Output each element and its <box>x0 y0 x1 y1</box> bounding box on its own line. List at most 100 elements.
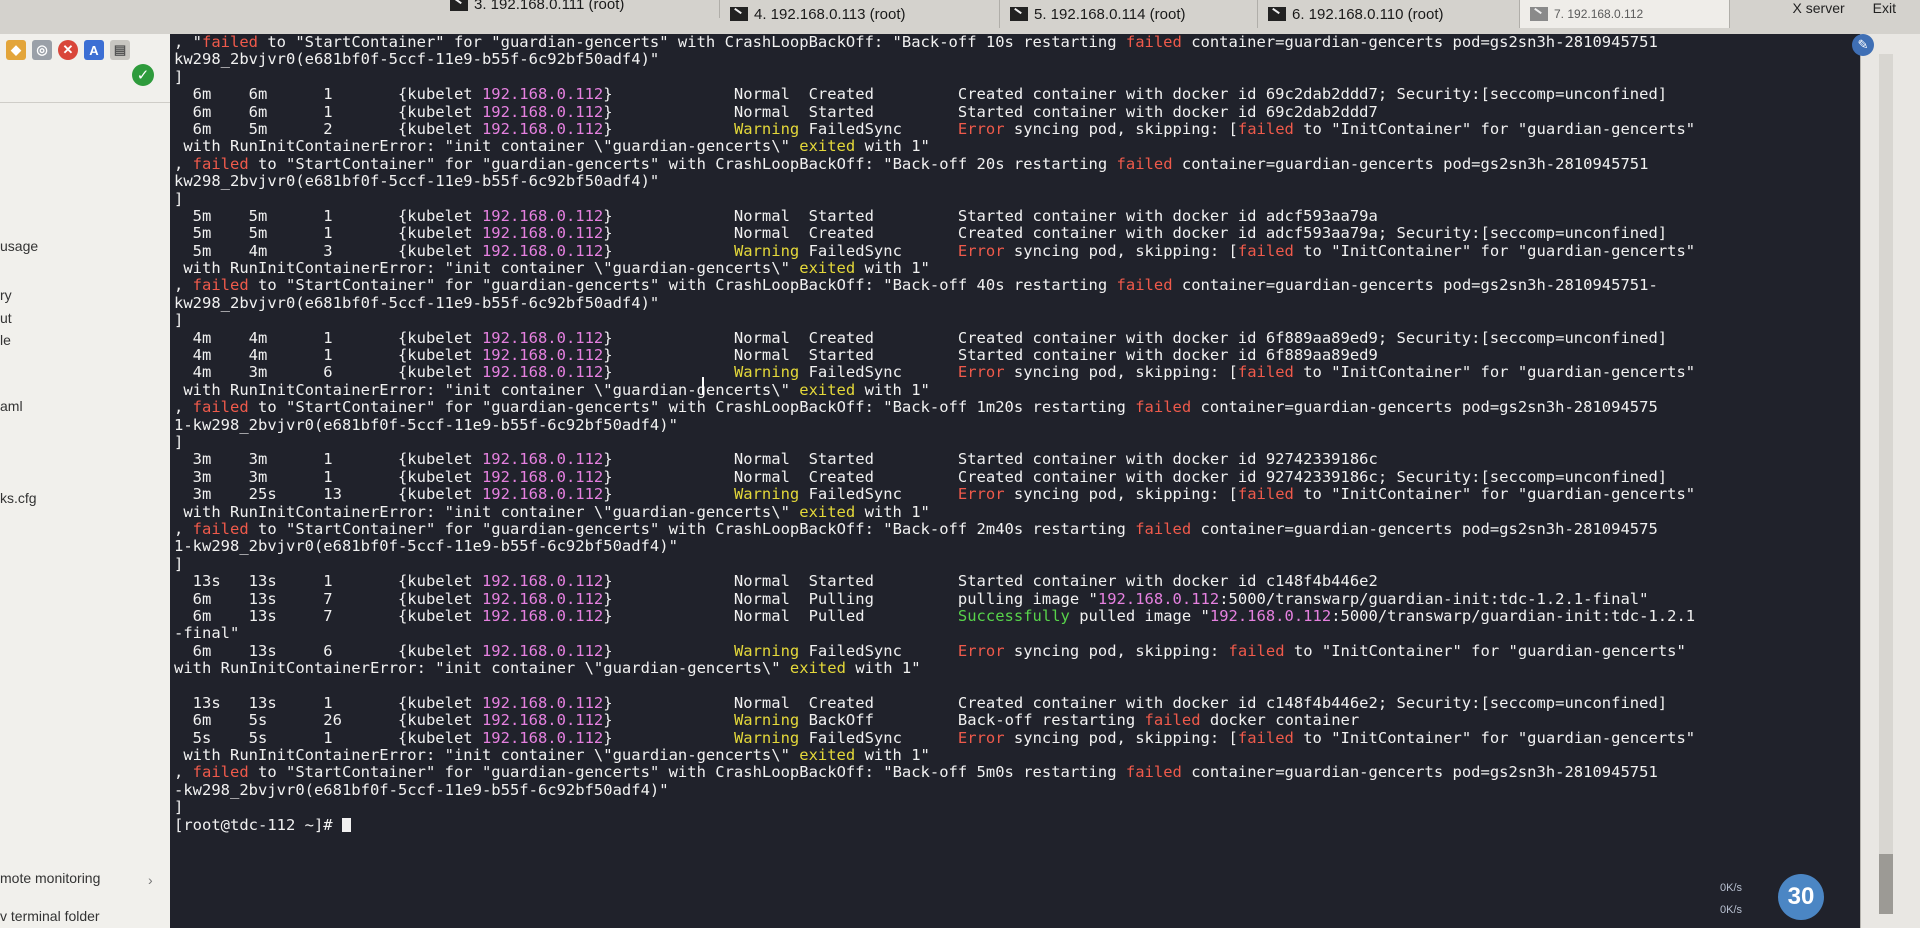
scroll-thumb[interactable] <box>1879 854 1893 914</box>
terminal-text: with RunInitContainerError: "init contai… <box>174 380 800 399</box>
terminal-text: Warning <box>733 485 800 504</box>
terminal-line: with RunInitContainerError: "init contai… <box>174 259 1860 278</box>
text-cursor <box>702 377 704 395</box>
terminal-line: 6m 13s 7 {kubelet 192.168.0.112} Normal … <box>174 606 1860 625</box>
terminal-text: } <box>603 711 734 730</box>
exit-button[interactable]: Exit <box>1873 0 1896 20</box>
terminal-text: 192.168.0.112 <box>481 450 604 469</box>
terminal-text: with RunInitContainerError: "init contai… <box>174 137 800 156</box>
sidebar-item[interactable]: usage <box>0 238 38 254</box>
terminal-text: container=guardian-gencerts pod=gs2sn3h-… <box>1191 519 1658 538</box>
terminal-text: 6m 5m 2 {kubelet <box>174 119 482 138</box>
terminal-text: to "InitContainer" for "guardian-gencert… <box>1293 241 1696 260</box>
close-icon[interactable]: ✕ <box>58 40 78 60</box>
terminal-line: 5m 5m 1 {kubelet 192.168.0.112} Normal C… <box>174 225 1860 242</box>
sidebar-item[interactable]: le <box>0 332 11 348</box>
terminal-text: syncing pod, skipping: [ <box>1004 363 1238 382</box>
scroll-track[interactable] <box>1879 54 1893 914</box>
terminal-output[interactable]: , "failed to "StartContainer" for "guard… <box>170 34 1860 928</box>
terminal-text: failed <box>1237 485 1294 504</box>
terminal-text: } Normal Pulled <box>603 606 958 625</box>
terminal-text: ] <box>174 554 184 573</box>
tab-label: 3. 192.168.0.111 (root) <box>474 0 625 13</box>
terminal-text: -kw298_2bvjvr0(e681bf0f-5ccf-11e9-b55f-6… <box>174 780 669 799</box>
terminal-line: 6m 13s 7 {kubelet 192.168.0.112} Normal … <box>174 590 1860 608</box>
window-controls: X server Exit <box>1793 0 1920 20</box>
tab-session-7[interactable]: 7. 192.168.0.112 <box>1520 0 1730 28</box>
terminal-scrollbar[interactable] <box>1860 34 1920 928</box>
pen-icon[interactable]: ✎ <box>1852 34 1874 56</box>
terminal-text: Error <box>957 241 1005 260</box>
terminal-text: FailedSync <box>799 119 958 138</box>
terminal-text: to "StartContainer" for "guardian-gencer… <box>248 519 1136 538</box>
terminal-text: to "InitContainer" for "guardian-gencert… <box>1293 728 1696 747</box>
terminal-text: -final" <box>174 624 240 643</box>
terminal-text: ] <box>174 189 184 208</box>
sidebar-item-remote-monitoring[interactable]: mote monitoring <box>0 870 100 886</box>
terminal-text: 192.168.0.112 <box>481 606 604 625</box>
sidebar-item-terminal-folder[interactable]: v terminal folder <box>0 908 100 924</box>
terminal-text: syncing pod, skipping: [ <box>1004 728 1238 747</box>
terminal-text: exited <box>799 259 856 278</box>
session-tab-bar: 3. 192.168.0.111 (root) 4. 192.168.0.113… <box>0 0 1920 35</box>
terminal-line: 13s 13s 1 {kubelet 192.168.0.112} Normal… <box>174 694 1860 712</box>
terminal-text: 192.168.0.112 <box>481 85 604 104</box>
terminal-text: } <box>603 728 734 747</box>
tab-session-5[interactable]: 5. 192.168.0.114 (root) <box>1000 0 1258 28</box>
chevron-right-icon[interactable]: › <box>148 872 153 888</box>
terminal-text: failed <box>1144 711 1201 730</box>
terminal-text: 1-kw298_2bvjvr0(e681bf0f-5ccf-11e9-b55f-… <box>174 537 678 556</box>
terminal-text: Warning <box>733 363 800 382</box>
terminal-text: with RunInitContainerError: "init contai… <box>174 259 800 278</box>
tab-session-3[interactable]: 3. 192.168.0.111 (root) <box>440 0 720 18</box>
terminal-text: syncing pod, skipping: <box>1004 641 1229 660</box>
terminal-text: syncing pod, skipping: [ <box>1004 241 1238 260</box>
settings-icon[interactable]: ◎ <box>32 40 52 60</box>
terminal-icon <box>1530 7 1548 21</box>
terminal-text: , <box>174 519 193 538</box>
terminal-text: kw298_2bvjvr0(e681bf0f-5ccf-11e9-b55f-6c… <box>174 172 660 191</box>
terminal-prompt-line[interactable]: [root@tdc-112 ~]# <box>174 816 1860 834</box>
tab-session-6[interactable]: 6. 192.168.0.110 (root) <box>1258 0 1520 28</box>
sidebar-item[interactable]: aml <box>0 398 23 414</box>
terminal-text: Successfully <box>957 606 1070 625</box>
terminal-text: failed <box>1116 154 1173 173</box>
font-icon[interactable]: A <box>84 40 104 60</box>
terminal-text: 192.168.0.112 <box>481 711 604 730</box>
terminal-text: 6m 6m 1 {kubelet <box>174 85 482 104</box>
terminal-line: ] <box>174 798 1860 816</box>
terminal-line: with RunInitContainerError: "init contai… <box>174 659 1860 678</box>
bookmark-icon[interactable]: ◆ <box>6 40 26 60</box>
terminal-text: failed <box>202 34 258 51</box>
sidebar-item[interactable]: ks.cfg <box>0 490 37 506</box>
terminal-text: failed <box>1135 398 1192 417</box>
terminal-cursor <box>341 818 351 833</box>
terminal-text: , " <box>174 34 202 51</box>
terminal-text: 6m 13s 6 {kubelet <box>174 641 482 660</box>
sidebar-item[interactable]: ry <box>0 287 12 303</box>
upload-rate: 0K/s <box>1720 882 1743 894</box>
terminal-line: 6m 5s 26 {kubelet 192.168.0.112} Warning… <box>174 712 1860 729</box>
document-icon[interactable]: ▤ <box>110 40 130 60</box>
terminal-text: Error <box>957 485 1005 504</box>
terminal-text: 192.168.0.112 <box>481 728 604 747</box>
terminal-text: exited <box>799 502 856 521</box>
terminal-text: 3m 3m 1 {kubelet <box>174 450 482 469</box>
terminal-line: , failed to "StartContainer" for "guardi… <box>174 399 1860 416</box>
terminal-line: -kw298_2bvjvr0(e681bf0f-5ccf-11e9-b55f-6… <box>174 780 1860 799</box>
tab-session-4[interactable]: 4. 192.168.0.113 (root) <box>720 0 1000 28</box>
network-monitor: 0K/s 0K/s 30 <box>1680 872 1855 924</box>
terminal-line: kw298_2bvjvr0(e681bf0f-5ccf-11e9-b55f-6c… <box>174 294 1860 312</box>
sidebar-item[interactable]: ut <box>0 310 12 326</box>
check-icon[interactable]: ✓ <box>132 64 154 86</box>
xserver-button[interactable]: X server <box>1793 0 1845 20</box>
terminal-text: Error <box>957 641 1005 660</box>
terminal-text: 192.168.0.112 <box>481 363 604 382</box>
terminal-text: with 1" <box>845 659 921 678</box>
terminal-line: 1-kw298_2bvjvr0(e681bf0f-5ccf-11e9-b55f-… <box>174 538 1860 555</box>
terminal-text: 4m 4m 1 {kubelet <box>174 328 482 347</box>
terminal-line: kw298_2bvjvr0(e681bf0f-5ccf-11e9-b55f-6c… <box>174 51 1860 68</box>
terminal-text: } Normal Created Created container with … <box>603 467 1668 486</box>
terminal-text: 3m 3m 1 {kubelet <box>174 467 482 486</box>
